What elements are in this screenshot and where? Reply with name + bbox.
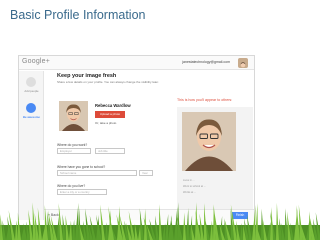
job-title-field[interactable]: Job title	[95, 148, 125, 154]
step-1-indicator[interactable]	[26, 77, 36, 87]
step-2-indicator[interactable]	[26, 103, 36, 113]
page-subheading: Share a few details on your profile. You…	[57, 80, 159, 84]
top-bar: Google+ janestatechnology@gmail.com	[19, 56, 254, 70]
grass-blade	[144, 208, 147, 240]
slide: Basic Profile Information Google+ janest…	[0, 0, 320, 240]
preview-line-school: Went to school at ...	[183, 185, 206, 188]
grass-blade	[204, 202, 207, 240]
school-name-field[interactable]: School name	[57, 170, 137, 176]
preview-line-lives: Lives in ...	[183, 179, 195, 182]
step-navigation: Add people Be awesome	[19, 71, 44, 220]
google-plus-screenshot: Google+ janestatechnology@gmail.com Add …	[18, 55, 255, 220]
step-2-label: Be awesome	[23, 115, 40, 119]
live-question-label: Where do you live?	[57, 184, 86, 188]
account-avatar[interactable]	[238, 58, 248, 68]
user-name: Rebecca Wardlow	[95, 103, 131, 108]
grass-blade	[186, 207, 189, 240]
preview-note: This is how you'll appear to others:	[177, 98, 233, 102]
work-question-label: Where do you work?	[57, 143, 88, 147]
account-email: janestatechnology@gmail.com	[182, 60, 230, 64]
upload-photo-button[interactable]: Upload a photo	[95, 111, 125, 118]
school-year-field[interactable]: Year	[139, 170, 153, 176]
profile-photo[interactable]	[59, 101, 88, 131]
step-1-label: Add people	[24, 89, 39, 93]
grass-blade	[276, 202, 279, 240]
take-photo-link[interactable]: Or, take a photo	[95, 121, 116, 125]
city-field[interactable]: Enter a city or a country	[57, 189, 107, 195]
preview-photo	[182, 112, 236, 171]
google-plus-logo: Google+	[22, 58, 51, 65]
employer-field[interactable]: Employer	[57, 148, 91, 154]
preview-line-work: Works at ...	[183, 191, 197, 194]
grass-blade	[75, 202, 79, 240]
school-question-label: Where have you gone to school?	[57, 165, 106, 169]
grass-blade	[270, 207, 273, 240]
grass-decoration	[0, 202, 320, 240]
slide-title: Basic Profile Information	[10, 8, 146, 22]
grass-blade	[159, 204, 162, 240]
grass-blade	[252, 204, 256, 240]
page-heading: Keep your image fresh	[57, 73, 117, 79]
